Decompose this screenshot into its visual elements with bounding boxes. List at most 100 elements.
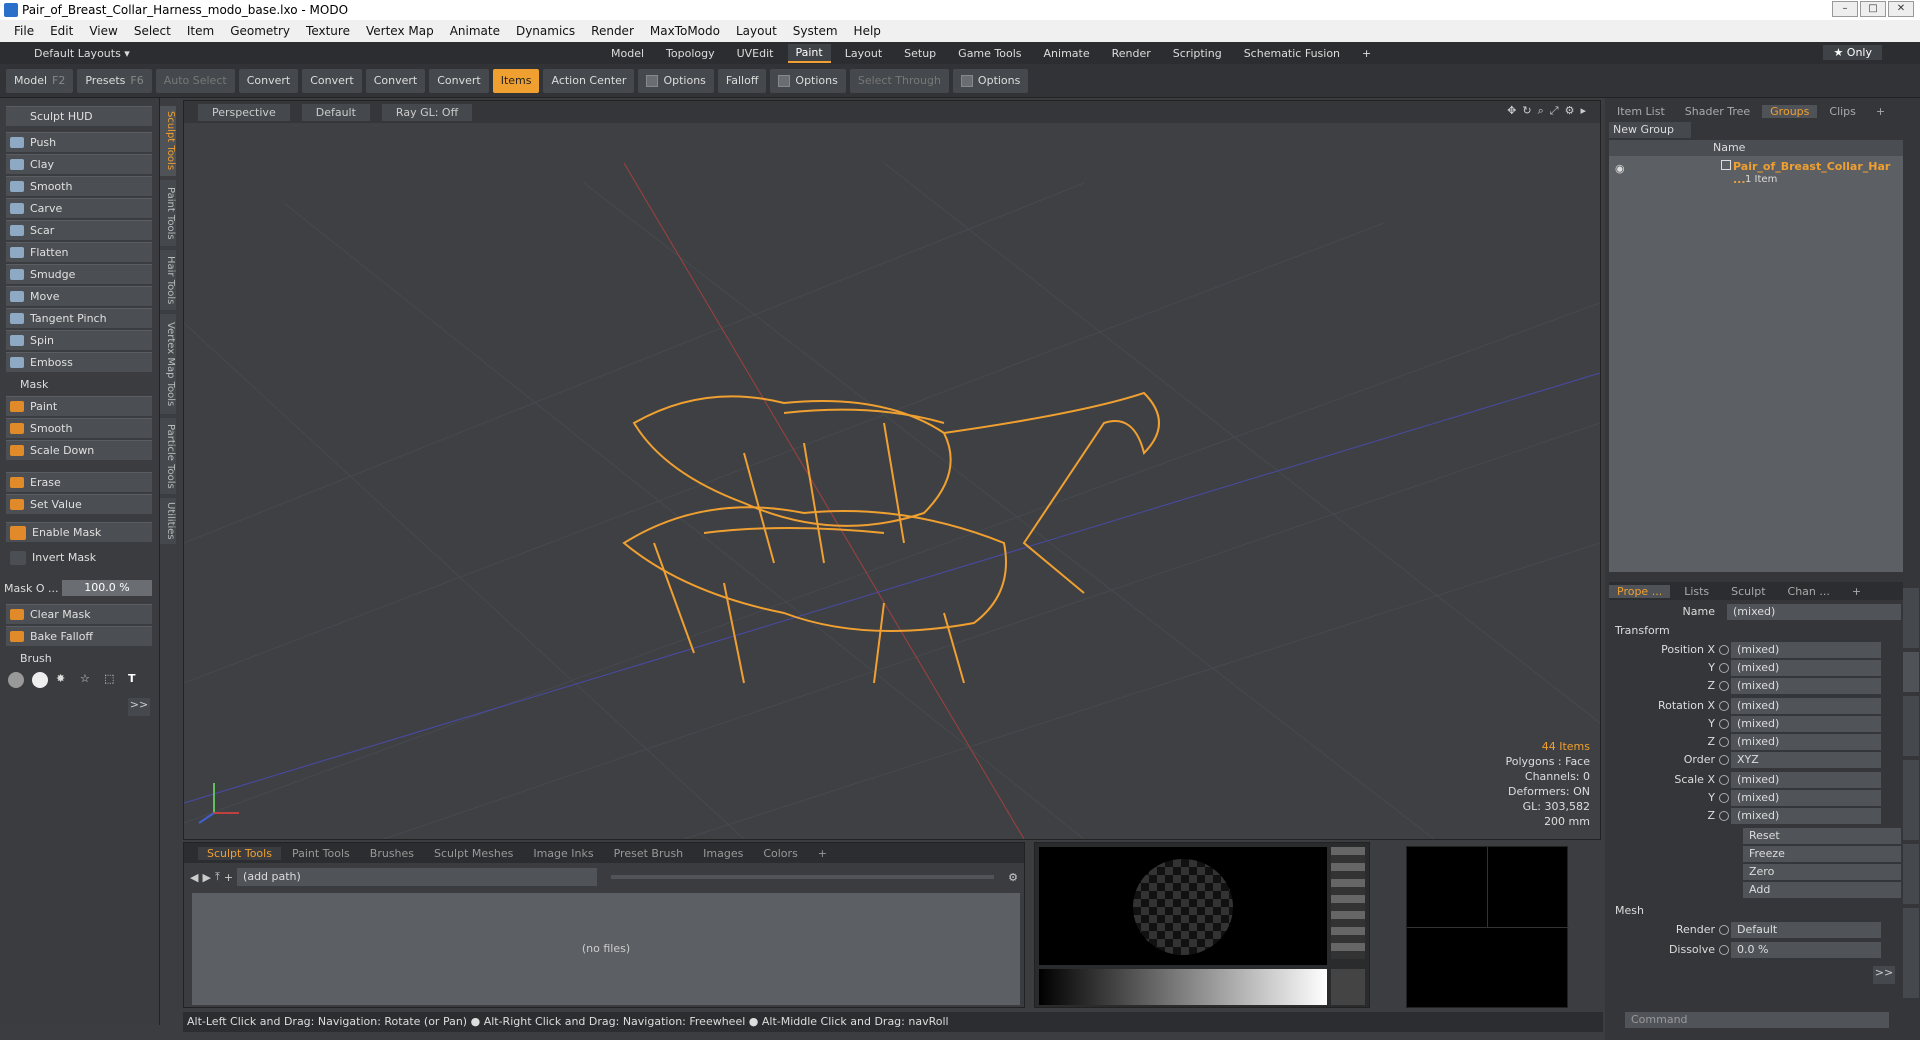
add-tab-button[interactable]: +	[1868, 105, 1893, 118]
splat-brush-icon[interactable]: ✸	[56, 672, 72, 688]
only-button[interactable]: ★ Only	[1823, 45, 1882, 60]
enable-mask-toggle[interactable]: Enable Mask	[6, 522, 152, 542]
menu-render[interactable]: Render	[583, 24, 642, 38]
tool-smooth[interactable]: Smooth	[6, 176, 152, 196]
tab-image-inks[interactable]: Image Inks	[524, 847, 602, 860]
menu-system[interactable]: System	[785, 24, 846, 38]
scale-x-field[interactable]: (mixed)	[1731, 772, 1881, 788]
menu-texture[interactable]: Texture	[298, 24, 358, 38]
order-dropdown[interactable]: XYZ	[1731, 752, 1881, 768]
select-through-button[interactable]: Select Through	[849, 68, 949, 93]
tab-animate[interactable]: Animate	[1036, 45, 1098, 62]
tab-setup[interactable]: Setup	[896, 45, 944, 62]
presets-button[interactable]: Presets F6	[77, 68, 152, 93]
items-button[interactable]: Items	[492, 68, 540, 93]
forward-arrow-icon[interactable]: ▶	[202, 871, 210, 884]
tab-layout[interactable]: Layout	[837, 45, 890, 62]
zero-dropdown[interactable]: Zero	[1743, 864, 1901, 880]
tool-spin[interactable]: Spin	[6, 330, 152, 350]
tab-groups[interactable]: Groups	[1762, 104, 1818, 118]
command-input[interactable]: Command	[1625, 1012, 1889, 1028]
mesh-section[interactable]: Mesh	[1615, 904, 1644, 917]
tab-paint-tools[interactable]: Paint Tools	[283, 847, 359, 860]
tool-clay[interactable]: Clay	[6, 154, 152, 174]
new-group-button[interactable]: New Group	[1609, 122, 1691, 138]
animate-icon[interactable]	[1719, 645, 1729, 655]
tab-lists[interactable]: Lists	[1676, 585, 1717, 598]
more-button[interactable]: >>	[128, 698, 150, 716]
hard-brush-icon[interactable]	[32, 672, 48, 688]
star-brush-icon[interactable]: ☆	[80, 672, 96, 688]
convert-button-3[interactable]: Convert	[365, 68, 426, 93]
vtab-6[interactable]	[1903, 908, 1919, 998]
tab-brushes[interactable]: Brushes	[361, 847, 423, 860]
menu-edit[interactable]: Edit	[42, 24, 81, 38]
rotation-x-field[interactable]: (mixed)	[1731, 698, 1881, 714]
vtab-1[interactable]	[1903, 588, 1919, 648]
settings-icon[interactable]: ⚙	[1565, 104, 1575, 118]
maximize-icon[interactable]: ⤢	[1550, 104, 1559, 118]
brush-section-header[interactable]: Brush	[6, 650, 152, 668]
rotation-z-field[interactable]: (mixed)	[1731, 734, 1881, 750]
animate-icon[interactable]	[1719, 775, 1729, 785]
3d-viewport[interactable]: Perspective Default Ray GL: Off ✥ ↻ ⌕ ⤢ ⚙ ▸ 4…	[183, 100, 1601, 840]
tool-carve[interactable]: Carve	[6, 198, 152, 218]
mask-smooth[interactable]: Smooth	[6, 418, 152, 438]
invert-mask-toggle[interactable]: Invert Mask	[6, 548, 152, 568]
reset-dropdown[interactable]: Reset	[1743, 828, 1901, 844]
tab-shader-tree[interactable]: Shader Tree	[1677, 105, 1758, 118]
mask-paint[interactable]: Paint	[6, 396, 152, 416]
back-arrow-icon[interactable]: ◀	[190, 871, 198, 884]
pan-icon[interactable]: ✥	[1507, 104, 1516, 118]
menu-view[interactable]: View	[81, 24, 125, 38]
clear-mask-button[interactable]: Clear Mask	[6, 604, 152, 624]
name-column-header[interactable]: Name	[1713, 141, 1745, 154]
tab-item-list[interactable]: Item List	[1609, 105, 1673, 118]
group-row[interactable]: ◉ Pair_of_Breast_Collar_Har ... 1 Item	[1609, 158, 1903, 188]
menu-maxtomodo[interactable]: MaxToModo	[642, 24, 728, 38]
convert-button-2[interactable]: Convert	[302, 68, 362, 93]
rotation-y-field[interactable]: (mixed)	[1731, 716, 1881, 732]
mask-opacity-field[interactable]: 100.0 %	[62, 580, 152, 596]
up-folder-icon[interactable]: ⤒	[215, 870, 220, 884]
shading-dropdown[interactable]: Default	[301, 103, 370, 121]
animate-icon[interactable]	[1719, 925, 1729, 935]
tool-move[interactable]: Move	[6, 286, 152, 306]
menu-layout[interactable]: Layout	[728, 24, 785, 38]
bake-falloff-button[interactable]: Bake Falloff	[6, 626, 152, 646]
tool-push[interactable]: Push	[6, 132, 152, 152]
thumbnail-size-slider[interactable]	[611, 875, 995, 879]
menu-help[interactable]: Help	[846, 24, 889, 38]
animate-icon[interactable]	[1719, 793, 1729, 803]
tab-colors[interactable]: Colors	[754, 847, 806, 860]
erase-button[interactable]: Erase	[6, 472, 152, 492]
dissolve-field[interactable]: 0.0 %	[1731, 942, 1881, 958]
tab-sculpt-tools[interactable]: Sculpt Tools	[198, 846, 281, 860]
animate-icon[interactable]	[1719, 701, 1729, 711]
tab-preset-brush[interactable]: Preset Brush	[605, 847, 693, 860]
custom-brush-icon[interactable]: ⬚	[104, 672, 120, 688]
model-button[interactable]: Model F2	[6, 68, 74, 93]
add-dropdown[interactable]: Add	[1743, 882, 1901, 898]
more-button[interactable]: >>	[1873, 966, 1895, 984]
convert-button-4[interactable]: Convert	[429, 68, 489, 93]
convert-button-1[interactable]: Convert	[238, 68, 299, 93]
add-icon[interactable]: +	[224, 871, 233, 884]
raygl-toggle[interactable]: Ray GL: Off	[381, 103, 473, 121]
menu-animate[interactable]: Animate	[442, 24, 508, 38]
vtab-3[interactable]	[1903, 696, 1919, 756]
tab-sculpt[interactable]: Sculpt	[1723, 585, 1773, 598]
file-list[interactable]: (no files)	[192, 893, 1020, 1005]
set-value-button[interactable]: Set Value	[6, 494, 152, 514]
position-x-field[interactable]: (mixed)	[1731, 642, 1881, 658]
tab-clips[interactable]: Clips	[1821, 105, 1864, 118]
default-layouts-dropdown[interactable]: Default Layouts ▾	[0, 47, 600, 60]
tab-scripting[interactable]: Scripting	[1165, 45, 1230, 62]
menu-dynamics[interactable]: Dynamics	[508, 24, 583, 38]
add-tab-button[interactable]: +	[809, 847, 836, 860]
menu-vertex-map[interactable]: Vertex Map	[358, 24, 442, 38]
tab-render[interactable]: Render	[1104, 45, 1159, 62]
settings-icon[interactable]: ⚙	[1008, 871, 1018, 884]
vtab-particle-tools[interactable]: Particle Tools	[160, 418, 176, 494]
close-icon[interactable]: ✕	[1888, 1, 1914, 17]
